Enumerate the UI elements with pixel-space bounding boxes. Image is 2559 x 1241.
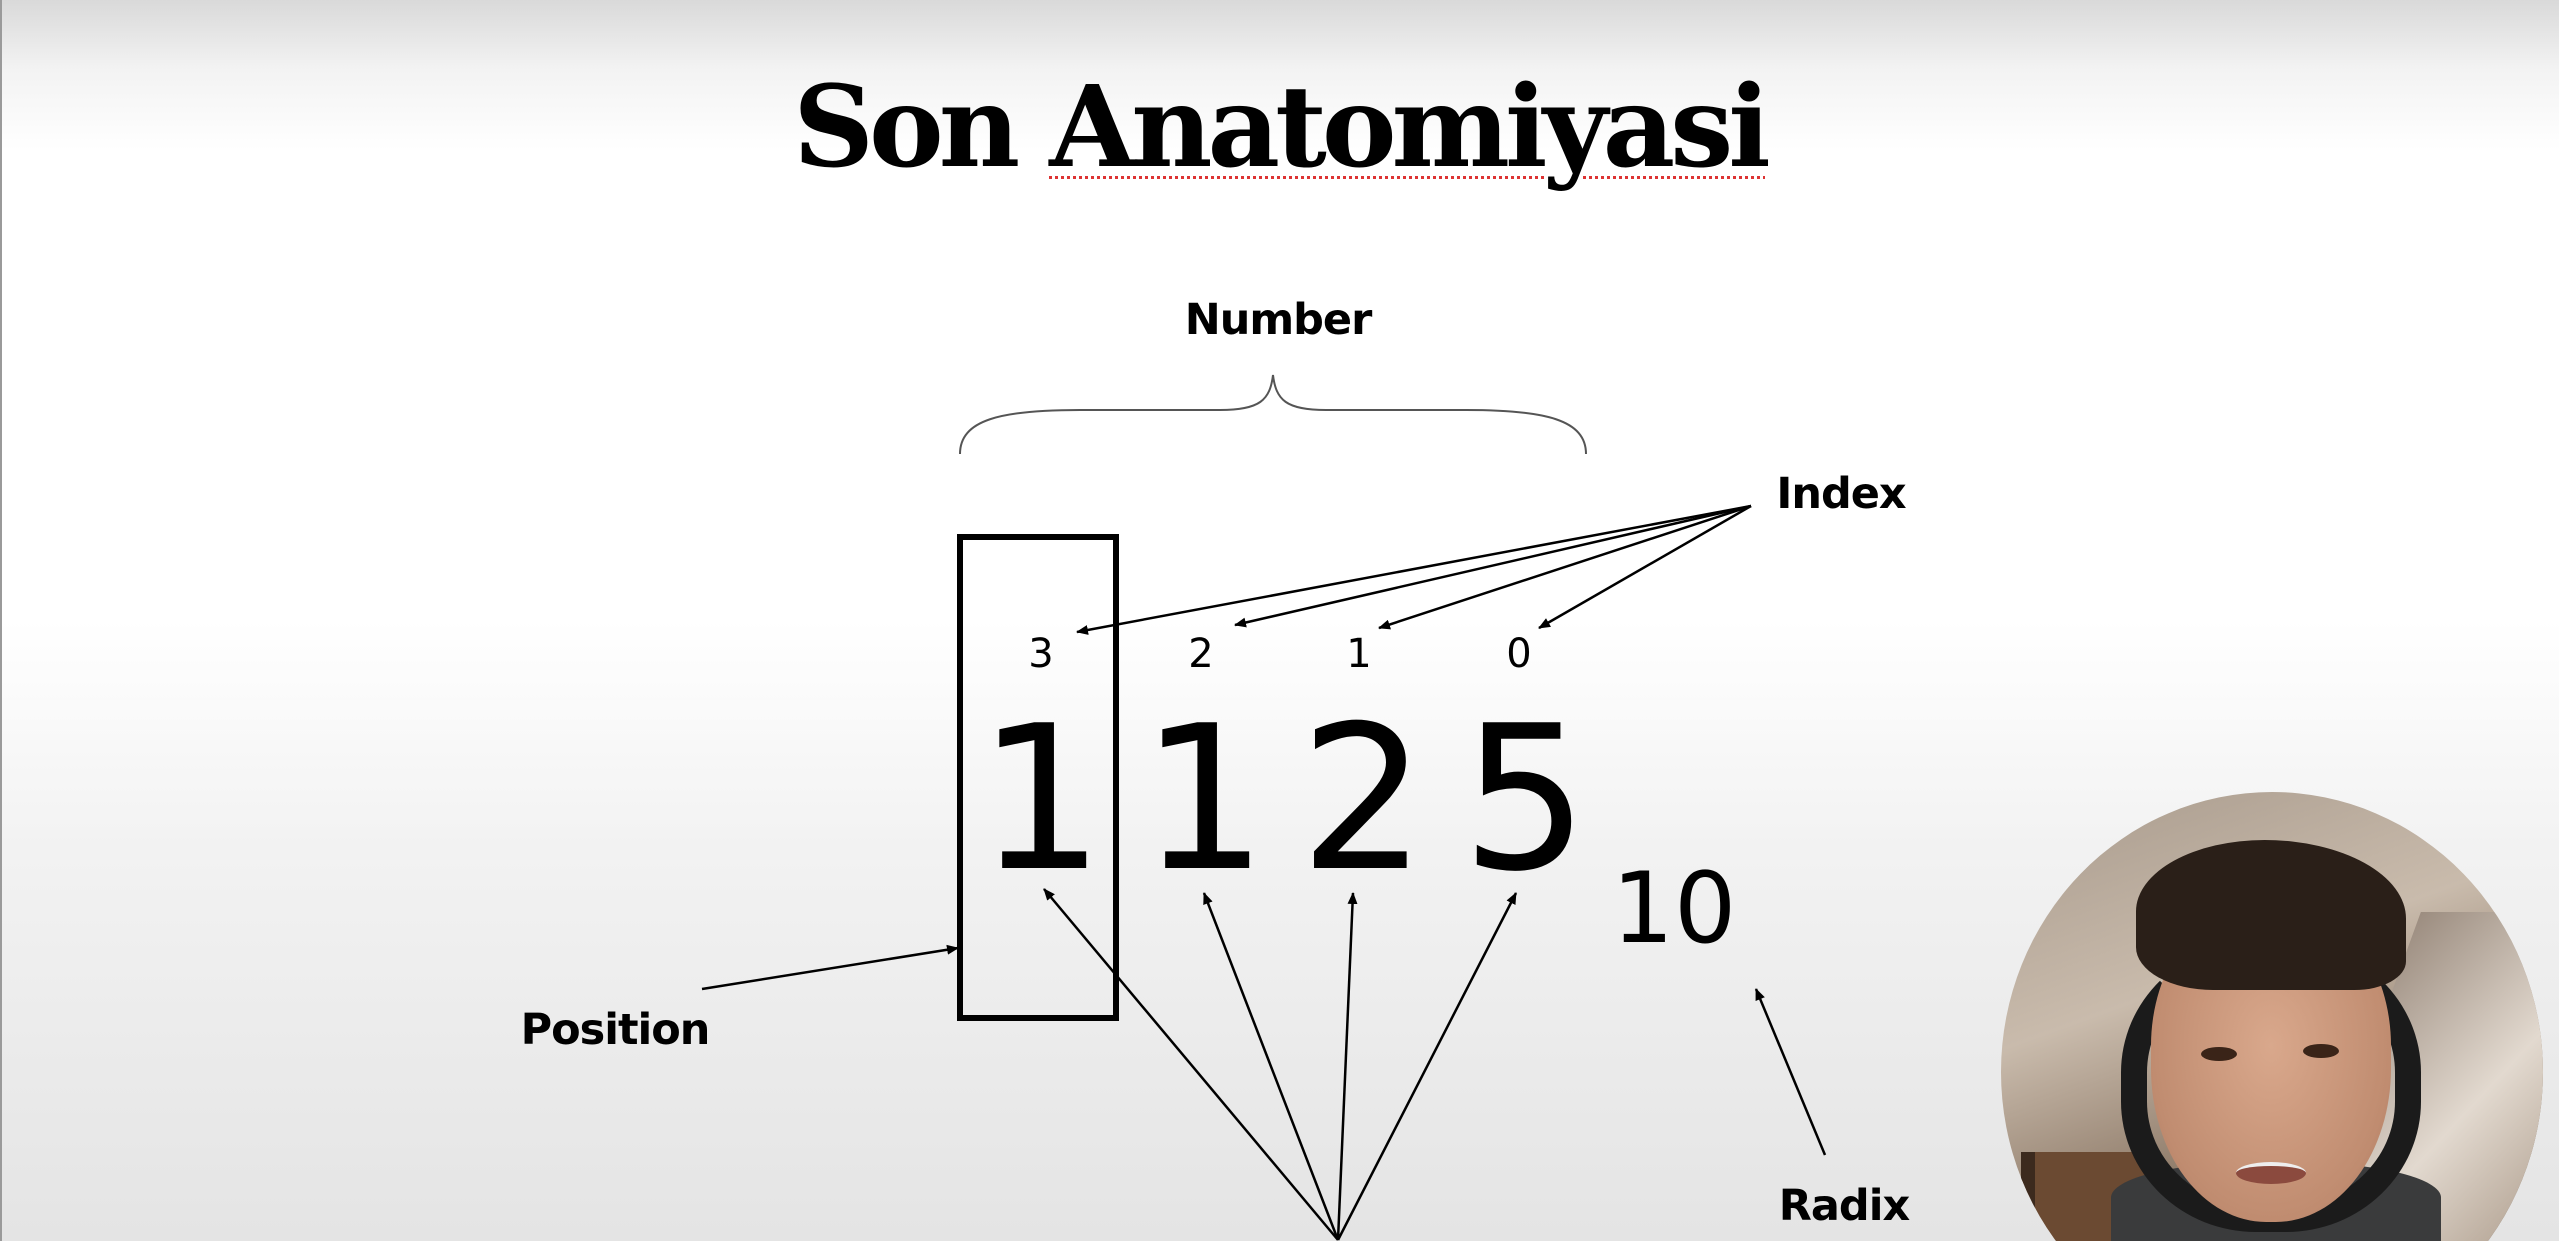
index-value: 0 <box>1506 631 1532 677</box>
digit-arrow-3 <box>1336 892 1358 1241</box>
digit: 2 <box>1299 683 1427 916</box>
index-arrow-2 <box>1234 504 1752 628</box>
index-value: 2 <box>1188 631 1214 677</box>
number-brace <box>959 374 1587 455</box>
eye-right <box>2303 1044 2339 1058</box>
label-number: Number <box>1184 295 1373 345</box>
index-value: 1 <box>1346 631 1372 677</box>
digit: 1 <box>977 683 1105 916</box>
index-value: 3 <box>1028 631 1054 677</box>
index-arrow-3 <box>1076 504 1752 635</box>
digit: 5 <box>1461 683 1589 916</box>
digit-arrow-1 <box>1043 888 1339 1241</box>
label-radix: Radix <box>1778 1181 1910 1231</box>
digit: 1 <box>1140 683 1268 916</box>
radix-subscript: 10 <box>1611 852 1737 966</box>
mouth <box>2236 1162 2306 1184</box>
label-index: Index <box>1776 469 1906 519</box>
radix-arrow <box>1754 988 1827 1156</box>
digit-arrow-2 <box>1202 892 1340 1241</box>
position-arrow <box>701 944 959 991</box>
index-arrow-1 <box>1378 504 1752 630</box>
label-position: Position <box>520 1005 711 1055</box>
eye-left <box>2201 1047 2237 1061</box>
index-arrow-0 <box>1538 504 1752 630</box>
digit-arrow-4 <box>1336 892 1518 1241</box>
hair <box>2136 840 2406 990</box>
